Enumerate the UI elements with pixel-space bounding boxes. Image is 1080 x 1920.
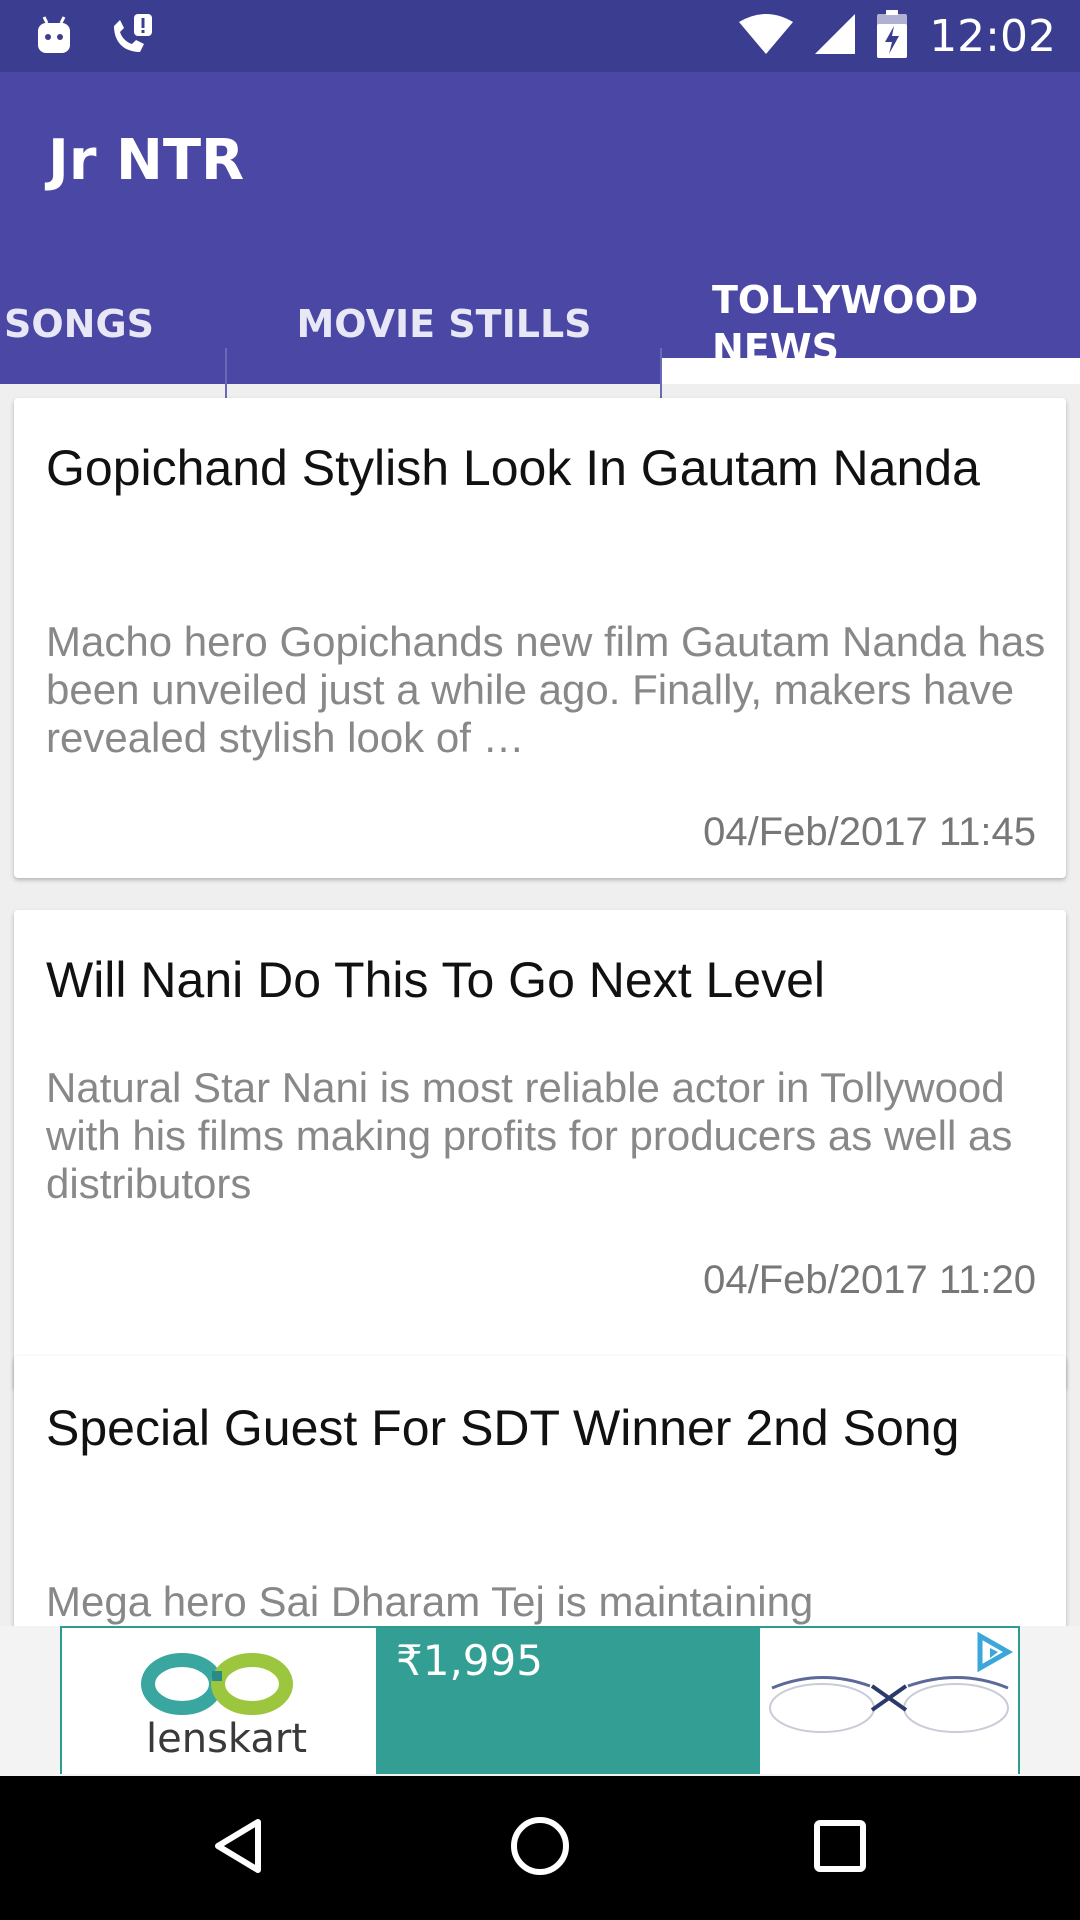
recents-icon bbox=[812, 1818, 868, 1879]
app-bar: Jr NTR SONGS MOVIE STILLS TOLLYWOOD NEWS bbox=[0, 72, 1080, 420]
news-date: 04/Feb/2017 11:20 bbox=[703, 1258, 1036, 1302]
news-card[interactable]: Special Guest For SDT Winner 2nd Song Me… bbox=[14, 1356, 1066, 1626]
tab-movie-stills-label: MOVIE STILLS bbox=[296, 302, 592, 346]
news-title: Will Nani Do This To Go Next Level bbox=[46, 952, 826, 1008]
ad-brand: lenskart bbox=[146, 1716, 308, 1762]
status-time: 12:02 bbox=[929, 10, 1056, 62]
signal-icon bbox=[815, 14, 856, 59]
ad-content[interactable]: lenskart ₹1,995 bbox=[60, 1626, 1020, 1774]
missed-call-icon bbox=[108, 12, 154, 63]
back-icon bbox=[210, 1816, 270, 1881]
battery-charging-icon bbox=[877, 10, 908, 63]
ad-logo: lenskart bbox=[62, 1628, 376, 1774]
news-list[interactable]: Gopichand Stylish Look In Gautam Nanda M… bbox=[0, 384, 1080, 1626]
tab-movie-stills[interactable]: MOVIE STILLS bbox=[226, 264, 662, 384]
ad-price: ₹1,995 bbox=[396, 1636, 543, 1685]
news-card[interactable]: Gopichand Stylish Look In Gautam Nanda M… bbox=[14, 398, 1066, 878]
navigation-bar bbox=[0, 1776, 1080, 1920]
android-debug-icon bbox=[36, 15, 72, 60]
news-description: Mega hero Sai Dharam Tej is maintaining bbox=[46, 1578, 814, 1625]
home-icon bbox=[508, 1814, 572, 1883]
tab-songs-label: SONGS bbox=[4, 302, 155, 346]
tab-tollywood-news-label-line1: TOLLYWOOD bbox=[712, 278, 979, 322]
news-title: Gopichand Stylish Look In Gautam Nanda bbox=[46, 440, 980, 496]
status-bar: 12:02 bbox=[0, 0, 1080, 72]
news-description: Macho hero Gopichands new film Gautam Na… bbox=[46, 618, 1046, 761]
news-description: Natural Star Nani is most reliable actor… bbox=[46, 1064, 1013, 1207]
ad-image bbox=[760, 1628, 1018, 1774]
back-button[interactable] bbox=[160, 1776, 320, 1920]
tab-songs[interactable]: SONGS bbox=[4, 264, 224, 384]
tab-selected-indicator bbox=[662, 358, 1080, 384]
ad-choices-icon[interactable] bbox=[972, 1631, 1014, 1674]
ad-banner[interactable]: lenskart ₹1,995 bbox=[0, 1626, 1080, 1776]
app-title: Jr NTR bbox=[48, 128, 245, 193]
news-title: Special Guest For SDT Winner 2nd Song bbox=[46, 1400, 960, 1456]
home-button[interactable] bbox=[460, 1776, 620, 1920]
news-date: 04/Feb/2017 11:45 bbox=[703, 810, 1036, 854]
ad-price-panel: ₹1,995 bbox=[376, 1628, 760, 1774]
wifi-icon bbox=[739, 14, 794, 59]
news-card[interactable]: Will Nani Do This To Go Next Level Natur… bbox=[14, 910, 1066, 1390]
recents-button[interactable] bbox=[760, 1776, 920, 1920]
